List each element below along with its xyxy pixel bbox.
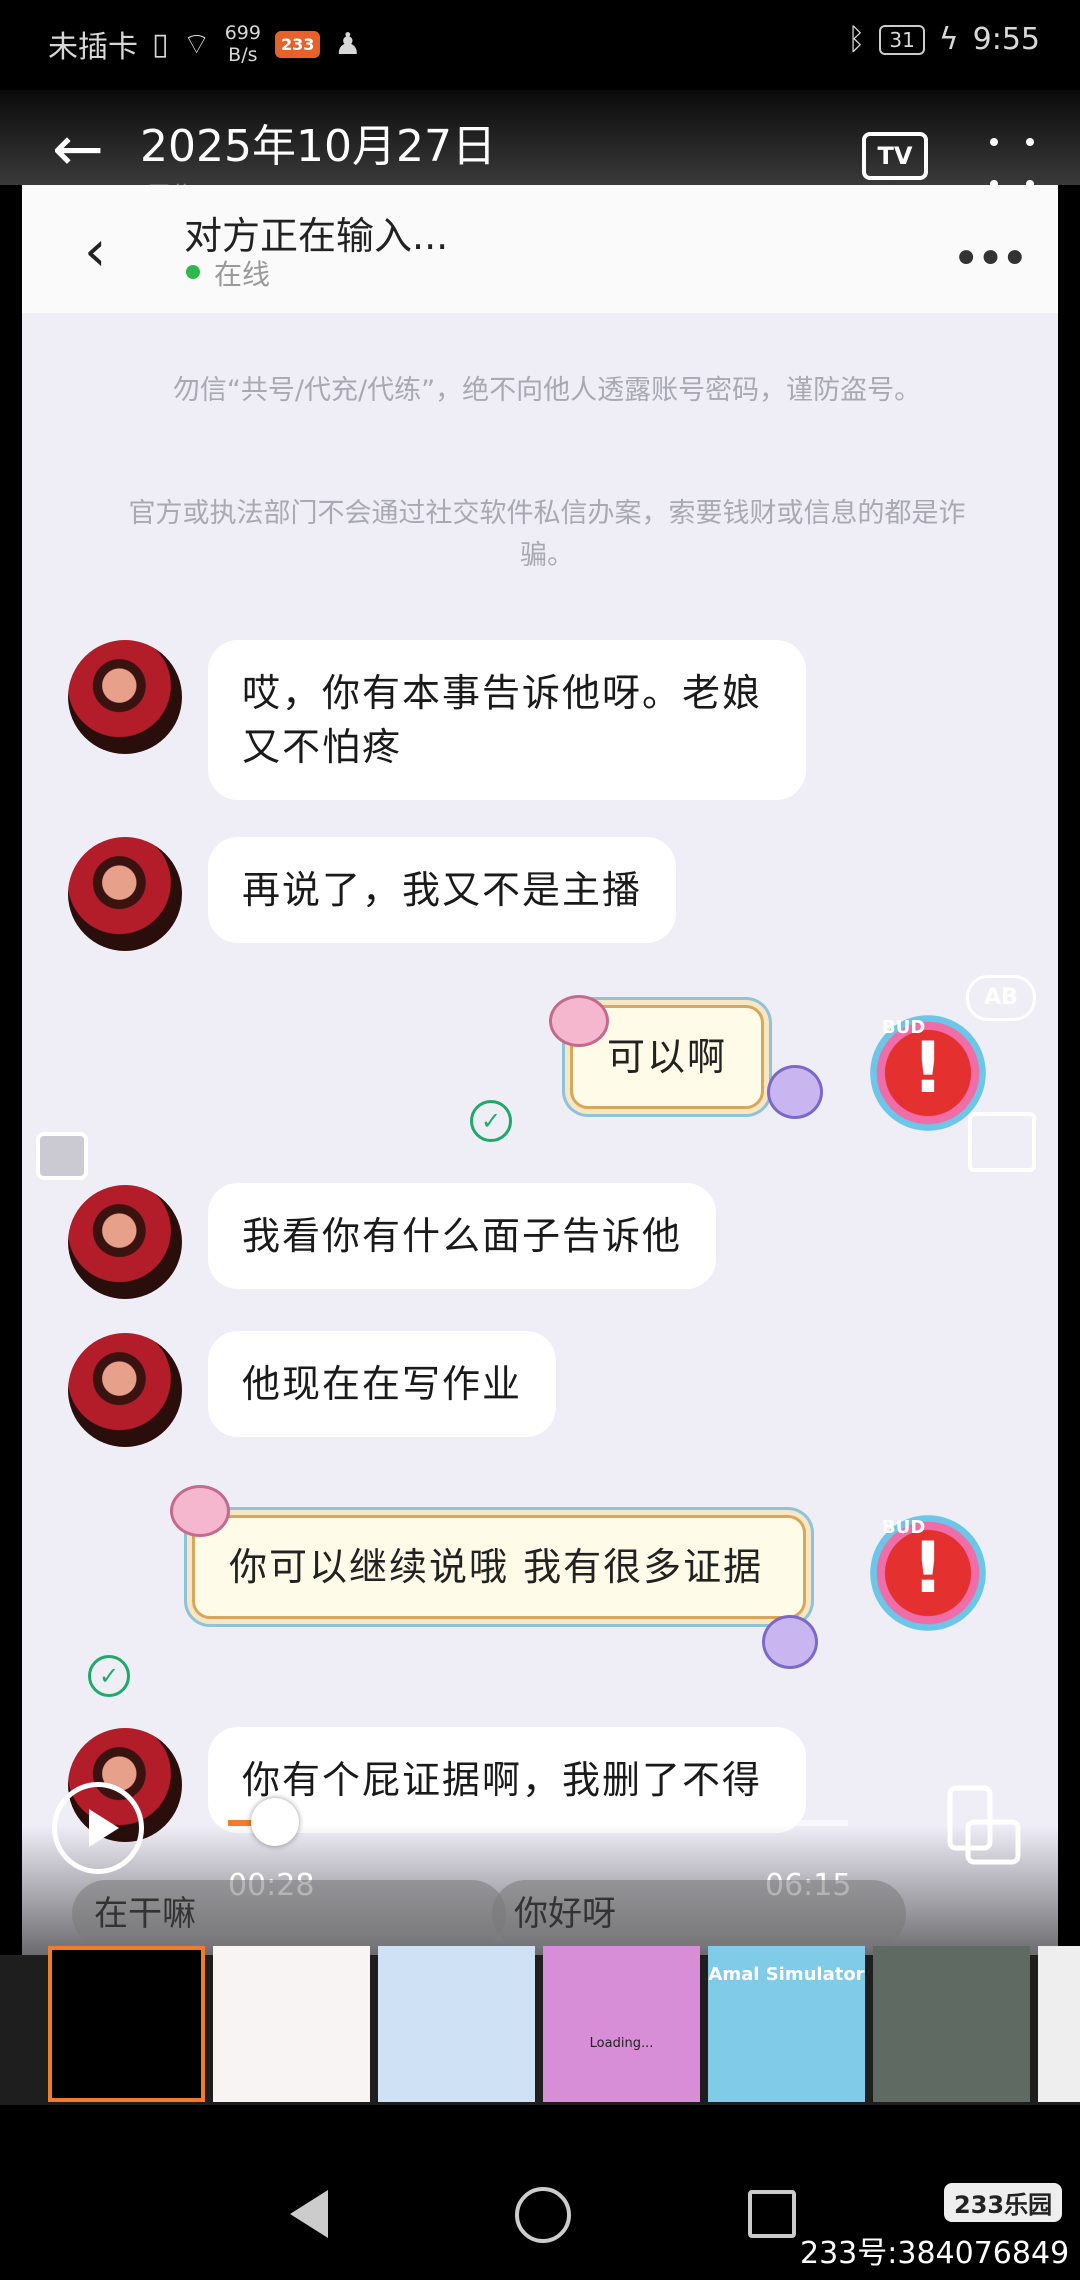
network-speed: 699 B/s [224,22,261,66]
progress-bar[interactable] [228,1820,848,1826]
read-check-icon: ✓ [88,1655,130,1697]
watermark-id: 233号:384076849 [800,2236,1070,2271]
qq-icon: ♟ [334,26,362,62]
chat-back-icon: ‹ [84,219,107,284]
safety-notice: 勿信“共号/代充/代练”，绝不向他人透露账号密码，谨防盗号。 [172,375,922,406]
quick-reply-chip: 在干嘛 [72,1880,506,1948]
wifi-icon: ⌔ [182,27,211,62]
play-button[interactable] [52,1782,144,1874]
quick-reply-chip: 你好呀 [492,1880,906,1948]
video-thumbnail-strip: Loading... Amal Simulator [48,1946,1080,2102]
rotate-screen-icon[interactable] [946,1784,1022,1866]
avatar [68,837,182,951]
status-bar: 未插卡 ▯ ⌔ 699 B/s 233 ♟ ᛒ 31 ϟ 9:55 [0,0,1080,90]
thumbnail-chat[interactable] [213,1946,370,2102]
screenshot-icon[interactable] [968,1112,1036,1172]
video-frame: ‹ 对方正在输入... 在线 ••• 勿信“共号/代充/代练”，绝不向他人透露账… [22,185,1058,1955]
message-bubble: 他现在在写作业 [208,1331,557,1437]
avatar [68,640,182,754]
purple-creature-icon [767,1065,823,1119]
play-icon [89,1809,119,1847]
avatar [68,1185,182,1299]
thumbnail-current[interactable] [48,1946,205,2102]
chat-more-icon: ••• [952,231,1029,287]
read-check-icon: ✓ [470,1100,512,1142]
chat-title: 对方正在输入... [184,214,449,258]
ab-loop-icon[interactable]: AB [966,975,1036,1021]
fraud-notice: 官方或执法部门不会通过社交软件私信办案，索要钱财或信息的都是诈骗。 [128,498,966,571]
online-status: 在线 [214,258,271,291]
back-arrow-icon[interactable]: ← [52,118,104,180]
bud-label: BUD [882,1517,926,1538]
game-title: Amal Simulator [708,1964,865,1985]
clock: 9:55 [972,22,1040,57]
thumbnail-loading[interactable]: Loading... [543,1946,700,2102]
progress-thumb[interactable] [251,1798,300,1846]
bud-label: BUD [882,1017,926,1038]
bluetooth-icon: ᛒ [847,22,866,57]
thumbnail-menu[interactable] [378,1946,535,2102]
nav-recents-icon[interactable] [748,2190,796,2238]
online-status-icon [186,265,200,279]
pink-creature-icon [170,1485,230,1537]
more-options-icon[interactable] [990,138,1034,188]
message-bubble: 我看你有什么面子告诉他 [208,1183,717,1289]
message-bubble: 哎，你有本事告诉他呀。老娘又不怕疼 [208,640,806,800]
purple-creature-icon [762,1615,818,1669]
avatar [68,1333,182,1447]
watermark-logo: 233乐园 [944,2183,1063,2222]
lock-icon[interactable] [36,1132,88,1180]
message-bubble: 再说了，我又不是主播 [208,837,677,943]
carrier-label: 未插卡 [48,30,138,65]
thumbnail-game[interactable]: Amal Simulator [708,1946,865,2102]
thumbnail-scene[interactable] [873,1946,1030,2102]
charging-icon: ϟ [938,22,959,57]
chat-header: ‹ 对方正在输入... 在线 ••• [22,185,1058,313]
thumbnail-next[interactable] [1038,1946,1080,2102]
loading-label: Loading... [589,2036,654,2051]
pink-creature-icon [549,995,609,1047]
nav-back-icon[interactable] [288,2190,328,2238]
battery-icon: 31 [879,24,925,55]
tv-cast-icon[interactable]: TV [862,132,928,180]
video-date: 2025年10月27日 [140,121,496,172]
nav-home-icon[interactable] [515,2187,571,2243]
quick-reply-row: 在干嘛 你好呀 [0,1880,1080,1952]
sticker-bubble: 你可以继续说哦 我有很多证据 [192,1515,806,1619]
app-badge-icon: 233 [274,30,321,58]
sim-icon: ▯ [152,26,169,62]
